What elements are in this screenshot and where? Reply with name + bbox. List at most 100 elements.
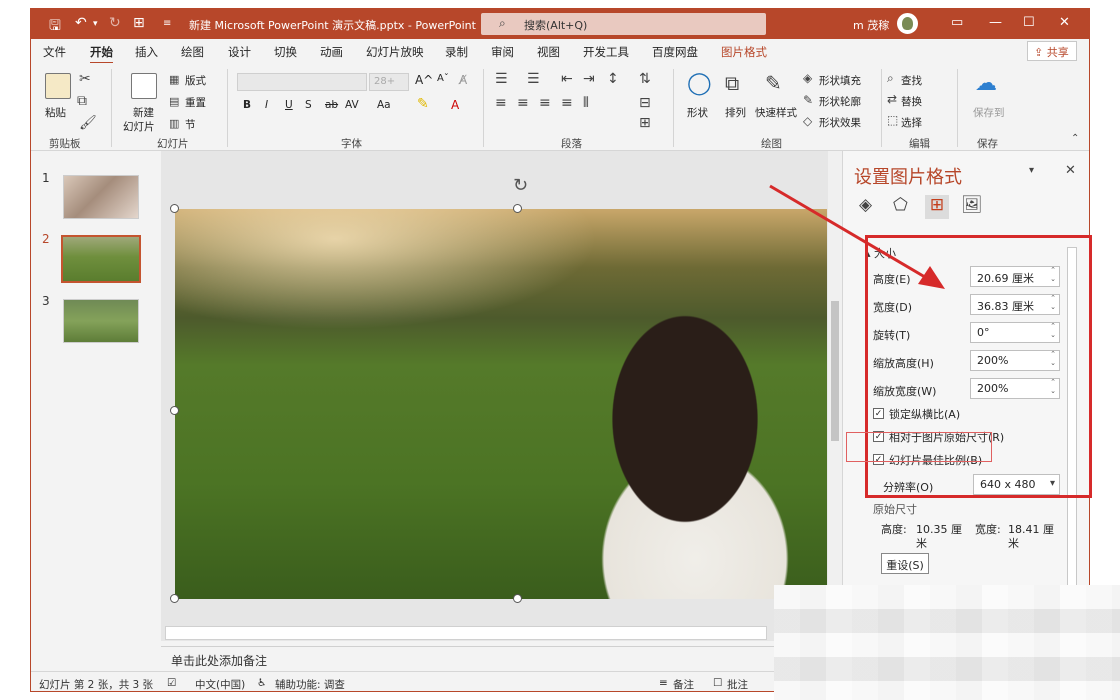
- customize-toolbar-icon[interactable]: ≡: [163, 18, 171, 29]
- tab-file[interactable]: 文件: [43, 44, 66, 60]
- accessibility-status[interactable]: 辅助功能: 调查: [275, 677, 345, 691]
- decrease-indent-icon[interactable]: ⇤: [561, 71, 573, 87]
- save-to-button[interactable]: 保存到: [973, 105, 1005, 120]
- font-color-icon[interactable]: A: [451, 98, 459, 112]
- find-button[interactable]: 查找: [901, 73, 922, 88]
- line-spacing-icon[interactable]: ↕: [607, 71, 619, 87]
- arrange-button[interactable]: 排列: [725, 105, 746, 120]
- redo-icon[interactable]: ↻: [109, 15, 121, 31]
- presentation-icon[interactable]: ⊞: [133, 15, 145, 31]
- new-slide-icon[interactable]: [131, 73, 157, 99]
- resize-handle[interactable]: [513, 204, 522, 213]
- char-spacing-icon[interactable]: AV: [345, 99, 359, 111]
- copy-icon[interactable]: ⧉: [77, 93, 87, 109]
- tab-animations[interactable]: 动画: [320, 44, 343, 60]
- slide-thumbnail-1[interactable]: [63, 175, 139, 219]
- notes-pane[interactable]: 单击此处添加备注: [161, 646, 831, 670]
- reset-size-button[interactable]: 重设(S): [881, 553, 929, 574]
- resize-handle[interactable]: [513, 594, 522, 603]
- shape-fill-button[interactable]: 形状填充: [819, 73, 861, 88]
- shapes-icon[interactable]: ◯: [687, 71, 712, 96]
- tab-design[interactable]: 设计: [228, 44, 251, 60]
- numbering-icon[interactable]: ☰: [527, 71, 540, 87]
- tab-transitions[interactable]: 切换: [274, 44, 297, 60]
- tab-baidu-netdisk[interactable]: 百度网盘: [652, 44, 698, 60]
- tab-picture-format[interactable]: 图片格式: [721, 44, 767, 60]
- section-button[interactable]: 节: [185, 117, 196, 132]
- tab-record[interactable]: 录制: [445, 44, 468, 60]
- shape-outline-button[interactable]: 形状轮廓: [819, 94, 861, 109]
- cloud-save-icon[interactable]: ☁: [975, 71, 997, 96]
- columns-icon[interactable]: ⫴: [583, 95, 589, 111]
- ribbon-display-icon[interactable]: ▭: [951, 15, 963, 30]
- font-name-combo[interactable]: [237, 73, 367, 91]
- new-slide-label-1[interactable]: 新建: [133, 105, 154, 120]
- layout-button[interactable]: 版式: [185, 73, 206, 88]
- new-slide-label-2[interactable]: 幻灯片: [123, 119, 155, 134]
- justify-icon[interactable]: ≡: [561, 95, 573, 111]
- pane-close-icon[interactable]: ✕: [1065, 163, 1076, 178]
- save-icon[interactable]: 🖫: [49, 15, 61, 39]
- grow-font-icon[interactable]: A^: [415, 73, 433, 87]
- avatar[interactable]: [897, 13, 918, 34]
- font-size-combo[interactable]: 28+: [369, 73, 409, 91]
- smartart-icon[interactable]: ⊞: [639, 115, 651, 131]
- resize-handle[interactable]: [170, 204, 179, 213]
- scroll-thumb[interactable]: [831, 301, 839, 441]
- comments-button[interactable]: 批注: [727, 677, 748, 691]
- paste-icon[interactable]: [45, 73, 71, 99]
- select-button[interactable]: 选择: [901, 115, 922, 130]
- strikethrough-icon[interactable]: ab: [325, 99, 338, 111]
- shapes-button[interactable]: 形状: [687, 105, 708, 120]
- slide-vertical-scrollbar[interactable]: [828, 151, 842, 597]
- increase-indent-icon[interactable]: ⇥: [583, 71, 595, 87]
- highlight-icon[interactable]: ✎: [417, 96, 429, 112]
- undo-dropdown-icon[interactable]: ▾: [93, 19, 98, 29]
- user-name[interactable]: m 茂稼: [853, 17, 889, 33]
- bold-icon[interactable]: B: [243, 99, 251, 111]
- shape-effects-button[interactable]: 形状效果: [819, 115, 861, 130]
- undo-icon[interactable]: ↶: [75, 15, 87, 31]
- quick-styles-icon[interactable]: ✎: [765, 71, 782, 95]
- tab-view[interactable]: 视图: [537, 44, 560, 60]
- slide-horizontal-scrollbar[interactable]: [165, 626, 767, 640]
- effects-icon[interactable]: ⬠: [893, 195, 908, 215]
- tab-review[interactable]: 审阅: [491, 44, 514, 60]
- align-right-icon[interactable]: ≡: [539, 95, 551, 111]
- tab-insert[interactable]: 插入: [135, 44, 158, 60]
- slide-picture[interactable]: [175, 209, 827, 599]
- minimize-icon[interactable]: —: [989, 15, 1002, 30]
- cut-icon[interactable]: ✂: [79, 71, 91, 87]
- fill-line-icon[interactable]: ◈: [859, 195, 872, 215]
- collapse-ribbon-icon[interactable]: ⌃: [1071, 133, 1079, 144]
- slide-thumbnail-3[interactable]: [63, 299, 139, 343]
- shrink-font-icon[interactable]: Aˇ: [437, 73, 449, 84]
- shadow-icon[interactable]: S: [305, 99, 312, 111]
- slide-thumbnail-2[interactable]: [61, 235, 141, 283]
- tab-developer[interactable]: 开发工具: [583, 44, 629, 60]
- close-icon[interactable]: ✕: [1059, 15, 1070, 30]
- language-status[interactable]: 中文(中国): [195, 677, 245, 691]
- reset-button[interactable]: 重置: [185, 95, 206, 110]
- resize-handle[interactable]: [170, 406, 179, 415]
- spellcheck-icon[interactable]: ☑: [167, 677, 176, 689]
- tab-draw[interactable]: 绘图: [181, 44, 204, 60]
- picture-icon[interactable]: 🖼: [961, 195, 983, 215]
- notes-button[interactable]: 备注: [673, 677, 694, 691]
- arrange-icon[interactable]: ⧉: [725, 71, 739, 95]
- search-box[interactable]: ⌕ 搜索(Alt+Q): [481, 13, 766, 35]
- align-center-icon[interactable]: ≡: [517, 95, 529, 111]
- change-case-icon[interactable]: Aa: [377, 99, 391, 111]
- pane-options-icon[interactable]: ▾: [1029, 165, 1034, 176]
- tab-slideshow[interactable]: 幻灯片放映: [366, 44, 424, 60]
- share-button[interactable]: ⇪ 共享: [1027, 41, 1077, 61]
- text-direction-icon[interactable]: ⇅: [639, 71, 651, 87]
- replace-button[interactable]: 替换: [901, 94, 922, 109]
- size-properties-icon[interactable]: ⊞: [925, 195, 949, 219]
- rotate-handle-icon[interactable]: ↻: [513, 175, 528, 196]
- underline-icon[interactable]: U: [285, 99, 293, 111]
- paste-label[interactable]: 粘贴: [45, 105, 66, 120]
- bullets-icon[interactable]: ☰: [495, 71, 508, 87]
- align-left-icon[interactable]: ≡: [495, 95, 507, 111]
- quick-styles-button[interactable]: 快速样式: [755, 105, 797, 120]
